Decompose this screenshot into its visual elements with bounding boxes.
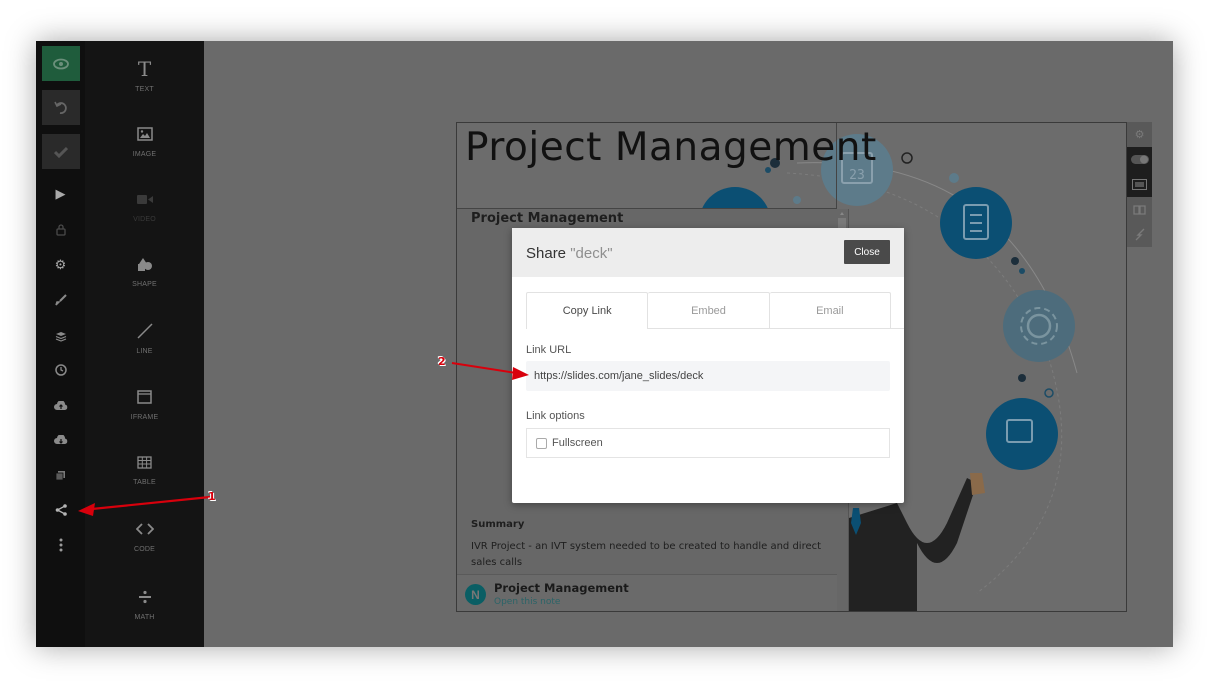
book-icon bbox=[1133, 204, 1146, 215]
summary-heading: Summary bbox=[471, 519, 525, 530]
more-button[interactable] bbox=[36, 528, 85, 562]
annotation-label-2: 2 bbox=[438, 355, 446, 368]
dialog-header: Share "deck" Close bbox=[512, 228, 904, 277]
deck-name: "deck" bbox=[570, 245, 613, 262]
tool-table[interactable]: TABLE bbox=[85, 449, 204, 509]
table-icon bbox=[137, 449, 152, 475]
image-icon bbox=[136, 121, 153, 147]
shape-icon bbox=[137, 251, 153, 277]
lock-icon bbox=[55, 224, 66, 236]
link-url-label: Link URL bbox=[526, 344, 572, 356]
share-button[interactable] bbox=[36, 493, 85, 527]
gear-icon: ⚙ bbox=[54, 257, 67, 272]
tool-video[interactable]: VIDEO bbox=[85, 186, 204, 246]
tool-iframe[interactable]: IFRAME bbox=[85, 384, 204, 444]
tool-text[interactable]: T TEXT bbox=[85, 56, 204, 116]
video-icon bbox=[136, 186, 153, 212]
code-icon bbox=[135, 516, 154, 542]
touchscreen-circle-icon bbox=[986, 398, 1058, 470]
slide-title[interactable]: Project Management bbox=[465, 125, 877, 170]
editor-frame: ▶ ⚙ T TEXT IMAGE VIDEO SHAPE LINE IFRAME… bbox=[36, 41, 1173, 647]
download-button[interactable] bbox=[36, 423, 85, 457]
fullscreen-checkbox[interactable] bbox=[536, 437, 547, 449]
note-logo-icon: N bbox=[465, 584, 486, 605]
tool-code[interactable]: CODE bbox=[85, 516, 204, 576]
play-icon: ▶ bbox=[55, 186, 66, 201]
upload-button[interactable] bbox=[36, 389, 85, 423]
tabs-divider bbox=[647, 328, 904, 329]
check-icon bbox=[54, 146, 68, 158]
lock-button[interactable] bbox=[36, 213, 85, 247]
slide-frame-icon bbox=[1132, 179, 1147, 190]
slide-settings-button[interactable]: ⚙ bbox=[1127, 122, 1152, 147]
fullscreen-label: Fullscreen bbox=[552, 437, 603, 449]
style-button[interactable] bbox=[36, 283, 85, 317]
link-url-field[interactable] bbox=[526, 361, 890, 391]
undo-icon bbox=[54, 101, 67, 114]
settings-button[interactable]: ⚙ bbox=[36, 248, 85, 282]
line-icon bbox=[136, 318, 153, 344]
summary-text: IVR Project - an IVT system needed to be… bbox=[471, 541, 822, 568]
eye-icon bbox=[53, 58, 69, 69]
lightning-icon bbox=[1135, 228, 1144, 241]
history-button[interactable] bbox=[36, 353, 85, 387]
present-button[interactable]: ▶ bbox=[36, 177, 85, 211]
media-button[interactable] bbox=[36, 458, 85, 492]
tab-copy-link[interactable]: Copy Link bbox=[526, 292, 649, 329]
save-button[interactable] bbox=[42, 134, 80, 169]
note-footer-title: Project Management bbox=[494, 581, 629, 595]
clock-icon bbox=[54, 364, 67, 376]
tool-image[interactable]: IMAGE bbox=[85, 121, 204, 181]
tool-math[interactable]: MATH bbox=[85, 584, 204, 644]
cloud-upload-icon bbox=[53, 401, 67, 410]
note-footer: N Project Management Open this note bbox=[457, 574, 837, 611]
text-icon: T bbox=[137, 57, 152, 81]
notes-button[interactable] bbox=[1127, 197, 1152, 222]
image-stack-icon bbox=[55, 470, 65, 480]
svg-text:23: 23 bbox=[849, 168, 865, 183]
tools-panel: T TEXT IMAGE VIDEO SHAPE LINE IFRAME TAB… bbox=[85, 41, 204, 647]
gear-circle-icon bbox=[1003, 290, 1075, 362]
note-heading: Project Management bbox=[471, 211, 624, 226]
tab-embed[interactable]: Embed bbox=[648, 292, 770, 329]
slide-side-toolbar: ⚙ bbox=[1127, 122, 1152, 247]
toggle-icon bbox=[1130, 155, 1149, 164]
animate-button[interactable] bbox=[1127, 222, 1152, 247]
link-options-label: Link options bbox=[526, 410, 585, 422]
tab-email[interactable]: Email bbox=[769, 292, 891, 329]
iframe-icon bbox=[137, 384, 152, 410]
cloud-download-icon bbox=[53, 435, 67, 444]
note-scrollbar[interactable] bbox=[837, 209, 847, 229]
share-tabs: Copy Link Embed Email bbox=[526, 292, 891, 329]
share-dialog: Share "deck" Close Copy Link Embed Email… bbox=[512, 228, 904, 503]
layers-button[interactable] bbox=[36, 319, 85, 353]
fullscreen-option[interactable]: Fullscreen bbox=[526, 428, 890, 458]
undo-button[interactable] bbox=[42, 90, 80, 125]
annotation-label-1: 1 bbox=[208, 490, 216, 503]
tool-shape[interactable]: SHAPE bbox=[85, 251, 204, 311]
left-rail: ▶ ⚙ bbox=[36, 41, 85, 647]
gear-icon: ⚙ bbox=[1134, 129, 1145, 141]
preview-button[interactable] bbox=[42, 46, 80, 81]
brush-icon bbox=[54, 294, 67, 306]
math-icon bbox=[138, 584, 152, 610]
tool-line[interactable]: LINE bbox=[85, 318, 204, 378]
open-note-link[interactable]: Open this note bbox=[494, 597, 560, 607]
slide-frame-button[interactable] bbox=[1127, 172, 1152, 197]
more-vertical-icon bbox=[59, 538, 62, 552]
dialog-title: Share "deck" bbox=[526, 245, 613, 262]
share-icon bbox=[55, 504, 67, 516]
toggle-button[interactable] bbox=[1127, 147, 1152, 172]
layers-icon bbox=[55, 331, 66, 342]
close-button[interactable]: Close bbox=[844, 240, 890, 264]
